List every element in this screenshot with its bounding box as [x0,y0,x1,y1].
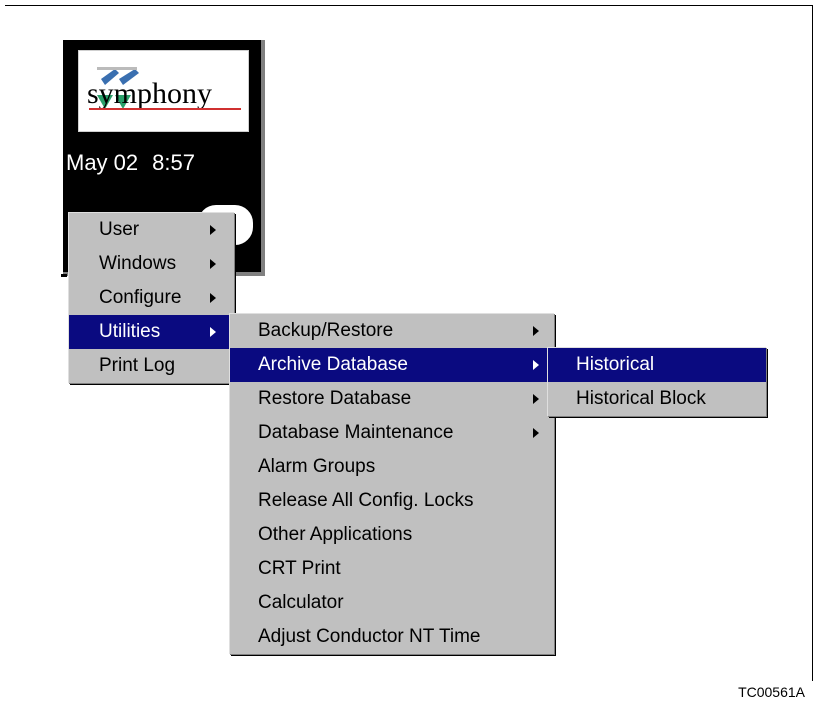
frame-top-border [5,5,813,6]
menu-item-restore-database[interactable]: Restore Database [230,382,554,416]
archive-database-submenu: Historical Historical Block [547,347,766,416]
menu-item-calculator[interactable]: Calculator [230,586,554,620]
menu-item-configure[interactable]: Configure [69,281,234,315]
submenu-arrow-icon [533,428,539,438]
utilities-submenu: Backup/Restore Archive Database Restore … [229,313,554,654]
menu-item-label: Archive Database [258,354,408,375]
menu-item-label: User [99,219,140,240]
menu-item-label: Calculator [258,592,344,613]
submenu-arrow-icon [210,293,216,303]
menu-item-adjust-conductor-time[interactable]: Adjust Conductor NT Time [230,620,554,654]
submenu-arrow-icon [533,326,539,336]
submenu-arrow-icon [533,360,539,370]
menu-item-historical-block[interactable]: Historical Block [548,382,766,416]
menu-item-label: Historical [576,354,655,375]
menu-item-label: Print Log [99,355,176,376]
date-label: May 02 [66,150,139,175]
menu-item-utilities[interactable]: Utilities [69,315,234,349]
menu-item-label: Backup/Restore [258,320,394,341]
menu-item-label: Configure [99,287,182,308]
menu-item-label: Windows [99,253,177,274]
menu-item-label: Database Maintenance [258,422,454,443]
menu-item-database-maintenance[interactable]: Database Maintenance [230,416,554,450]
menu-item-label: CRT Print [258,558,341,579]
symphony-logo: symphony [78,50,249,132]
menu-item-label: Historical Block [576,388,706,409]
submenu-arrow-icon [210,259,216,269]
menu-item-label: Release All Config. Locks [258,490,474,511]
main-menu: User Windows Configure Utilities Print L… [68,212,234,383]
submenu-arrow-icon [210,327,216,337]
edge-mark [61,274,67,277]
menu-item-label: Restore Database [258,388,412,409]
figure-id-label: TC00561A [738,684,805,700]
date-time-display: May 02 8:57 [66,150,258,176]
menu-item-user[interactable]: User [69,213,234,247]
menu-item-backup-restore[interactable]: Backup/Restore [230,314,554,348]
submenu-arrow-icon [533,394,539,404]
menu-item-historical[interactable]: Historical [548,348,766,382]
menu-item-alarm-groups[interactable]: Alarm Groups [230,450,554,484]
menu-item-label: Other Applications [258,524,413,545]
menu-item-label: Adjust Conductor NT Time [258,626,481,647]
menu-item-other-applications[interactable]: Other Applications [230,518,554,552]
menu-item-print-log[interactable]: Print Log [69,349,234,383]
time-label: 8:57 [152,150,195,175]
menu-item-archive-database[interactable]: Archive Database [230,348,554,382]
menu-item-label: Utilities [99,321,161,342]
menu-item-label: Alarm Groups [258,456,376,477]
submenu-arrow-icon [210,225,216,235]
logo-text: symphony [87,77,212,110]
frame-right-border [812,5,813,681]
menu-item-windows[interactable]: Windows [69,247,234,281]
menu-item-release-config-locks[interactable]: Release All Config. Locks [230,484,554,518]
menu-item-crt-print[interactable]: CRT Print [230,552,554,586]
